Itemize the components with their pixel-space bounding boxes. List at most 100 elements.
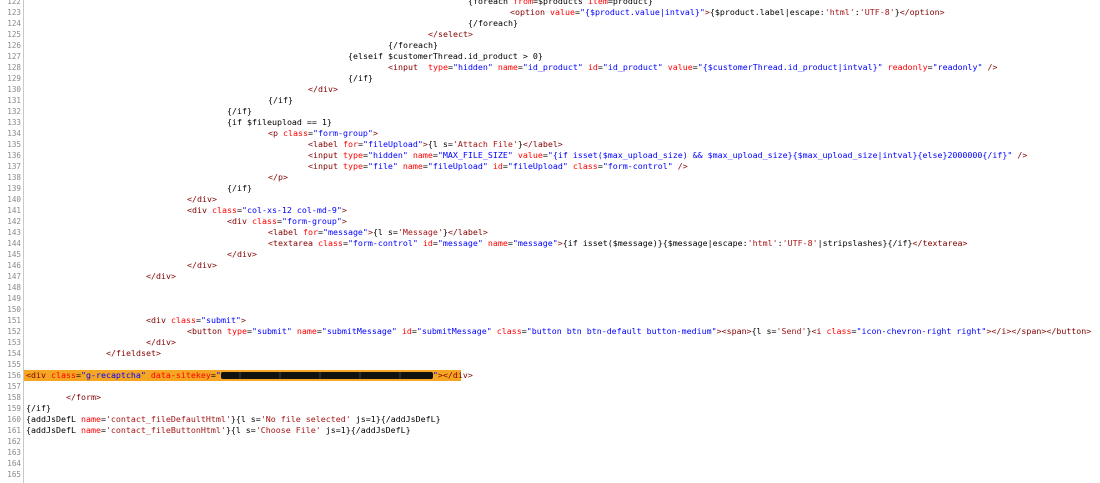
code-line[interactable]: 164 (0, 458, 1100, 469)
line-code: </div> (146, 271, 176, 282)
line-number: 139 (7, 184, 21, 193)
code-line[interactable]: 152 <button type="submit" name="submitMes… (0, 326, 1100, 337)
code-line[interactable]: 147 </div> (0, 271, 1100, 282)
code-line[interactable]: 144 <textarea class="form-control" id="me… (0, 238, 1100, 249)
code-token: "{$customerThread.id_product|intval}" (697, 62, 883, 72)
line-number: 156 (7, 371, 21, 380)
code-token: for (302, 227, 318, 237)
line-number: 124 (7, 19, 21, 28)
line-number: 146 (7, 261, 21, 270)
code-editor[interactable]: 122 {foreach from=$products item=product}… (0, 0, 1100, 483)
code-line[interactable]: 150 (0, 304, 1100, 315)
code-line[interactable]: 128 <input type="hidden" name="id_product… (0, 62, 1100, 73)
code-token: id (582, 62, 598, 72)
code-line[interactable]: 151 <div class="submit"> (0, 315, 1100, 326)
code-token: value (512, 150, 543, 160)
code-token: {/if} (268, 95, 293, 105)
code-token: </form> (66, 392, 101, 402)
code-line[interactable]: 140 </div> (0, 194, 1100, 205)
code-token: </div> (187, 194, 217, 204)
code-line[interactable]: 149 (0, 293, 1100, 304)
code-line[interactable]: 141 <div class="col-xs-12 col-md-9"> (0, 205, 1100, 216)
code-line[interactable]: 153 </div> (0, 337, 1100, 348)
code-line[interactable]: 125 </select> (0, 29, 1100, 40)
code-token: class (491, 326, 522, 336)
code-token: "col-xs-12 col-md-9" (241, 205, 342, 215)
code-line[interactable]: 134 <p class="form-group"> (0, 128, 1100, 139)
code-line[interactable]: 143 <label for="message">{l s='Message'}<… (0, 227, 1100, 238)
code-line[interactable]: 165 (0, 469, 1100, 480)
code-line[interactable]: 159 {/if} (0, 403, 1100, 414)
code-token: type (427, 62, 448, 72)
code-line[interactable]: 122 {foreach from=$products item=product} (0, 0, 1100, 7)
code-line[interactable]: 142 <div class="form-group"> (0, 216, 1100, 227)
code-line[interactable]: 161 {addJsDefL name='contact_fileButtonHt… (0, 425, 1100, 436)
code-line[interactable]: 124 {/foreach} (0, 18, 1100, 29)
code-line[interactable]: 130 </div> (0, 84, 1100, 95)
line-code: <input type="file" name="fileUpload" id=… (308, 161, 688, 172)
code-line[interactable]: 139 {/if} (0, 183, 1100, 194)
code-token: js=1}{/addJsDefL} (320, 425, 411, 435)
code-line[interactable]: 148 (0, 282, 1100, 293)
code-token: "form-control" (347, 238, 418, 248)
code-line[interactable]: 126 {/foreach} (0, 40, 1100, 51)
code-line[interactable]: 158 </form> (0, 392, 1100, 403)
line-code: <textarea class="form-control" id="messa… (268, 238, 967, 249)
code-line[interactable]: 123 <option value="{$product.value|intval… (0, 7, 1100, 18)
code-token: {l s= (372, 227, 398, 237)
code-token: ><span> (716, 326, 752, 336)
line-number: 134 (7, 129, 21, 138)
code-line[interactable]: 127 {elseif $customerThread.id_product > … (0, 51, 1100, 62)
code-line[interactable]: 156 <div class="g-recaptcha" data-sitekey… (0, 370, 1100, 381)
code-line[interactable]: 138 </p> (0, 172, 1100, 183)
code-line[interactable]: 135 <label for="fileUpload">{l s='Attach … (0, 139, 1100, 150)
code-token: <option (510, 7, 550, 17)
line-code: {if $fileupload == 1} (227, 117, 332, 128)
line-number: 133 (7, 118, 21, 127)
line-number: 142 (7, 217, 21, 226)
line-code: {addJsDefL name='contact_fileButtonHtml'… (26, 425, 411, 436)
code-token: "id_product" (602, 62, 663, 72)
code-token: {/foreach} (468, 18, 518, 28)
line-number: 160 (7, 415, 21, 424)
code-lines: 122 {foreach from=$products item=product}… (0, 0, 1100, 480)
code-token: "g-recaptcha" (80, 370, 146, 380)
code-token: "hidden" (452, 62, 493, 72)
code-token: 'html' (747, 238, 778, 248)
code-line[interactable]: 160 {addJsDefL name='contact_fileDefaultH… (0, 414, 1100, 425)
code-line[interactable]: 137 <input type="file" name="fileUpload" … (0, 161, 1100, 172)
code-line[interactable]: 162 (0, 436, 1100, 447)
line-code: </select> (428, 29, 473, 40)
code-line[interactable]: 133 {if $fileupload == 1} (0, 117, 1100, 128)
code-token: <p (268, 128, 283, 138)
code-line[interactable]: 145 </div> (0, 249, 1100, 260)
code-token: {l s= (427, 139, 453, 149)
code-token: "fileUpload" (507, 161, 568, 171)
line-code: </form> (66, 392, 101, 403)
code-token: </div> (146, 337, 176, 347)
code-line[interactable]: 155 (0, 359, 1100, 370)
code-line[interactable]: 146 </div> (0, 260, 1100, 271)
line-code: </fieldset> (106, 348, 161, 359)
line-number: 128 (7, 63, 21, 72)
code-line[interactable]: 129 {/if} (0, 73, 1100, 84)
line-number: 165 (7, 470, 21, 479)
line-code: <div class="form-group"> (227, 216, 347, 227)
code-token: name (291, 326, 317, 336)
line-code: {/if} (348, 73, 373, 84)
code-token: 'UTF-8' (782, 238, 818, 248)
code-line[interactable]: 163 (0, 447, 1100, 458)
line-code: <label for="fileUpload">{l s='Attach Fil… (308, 139, 563, 150)
code-line[interactable]: 157 (0, 381, 1100, 392)
code-line[interactable]: 132 {/if} (0, 106, 1100, 117)
code-token: {addJsDefL (26, 414, 81, 424)
code-line[interactable]: 154 </fieldset> (0, 348, 1100, 359)
code-token: "submitMessage" (321, 326, 397, 336)
code-token: "form-control" (602, 161, 673, 171)
line-code: <input type="hidden" name="id_product" i… (388, 62, 998, 73)
code-token: 'contact_fileButtonHtml' (105, 425, 226, 435)
code-line[interactable]: 136 <input type="hidden" name="MAX_FILE_S… (0, 150, 1100, 161)
code-token: {$product.label|escape: (709, 7, 825, 17)
code-line[interactable]: 131 {/if} (0, 95, 1100, 106)
line-number: 127 (7, 52, 21, 61)
